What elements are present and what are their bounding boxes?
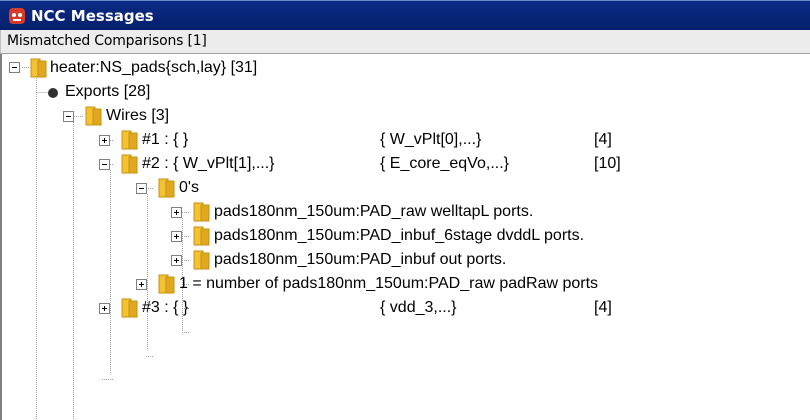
folder-icon [193, 250, 210, 270]
wire2-count: [10] [594, 155, 621, 172]
wire1-layout-net: { W_vPlt[0],...} [380, 131, 482, 148]
folder-icon [158, 274, 175, 294]
folder-icon [158, 178, 175, 198]
folder-icon [121, 298, 138, 318]
expand-port3-toggle[interactable] [171, 255, 182, 266]
expand-port1-toggle[interactable] [171, 207, 182, 218]
one-label[interactable]: 1 = number of pads180nm_150um:PAD_raw pa… [179, 272, 598, 296]
tab-mismatched-comparisons[interactable]: Mismatched Comparisons [1] [1, 30, 213, 53]
window-title: NCC Messages [31, 6, 154, 25]
port1-label[interactable]: pads180nm_150um:PAD_raw welltapL ports. [214, 200, 533, 224]
port3-label[interactable]: pads180nm_150um:PAD_inbuf out ports. [214, 248, 506, 272]
expand-port2-toggle[interactable] [171, 231, 182, 242]
expand-wire1-toggle[interactable] [99, 135, 110, 146]
title-bar[interactable]: NCC Messages [0, 0, 810, 30]
tree-root-label[interactable]: heater:NS_pads{sch,lay} [31] [50, 56, 257, 80]
collapse-wire2-toggle[interactable] [99, 159, 110, 170]
wire3-label[interactable]: #3 : { } [142, 296, 188, 320]
zeros-label[interactable]: 0's [179, 176, 199, 200]
wire2-layout-net: { E_core_eqVo,...} [380, 155, 509, 172]
tree-wires-label[interactable]: Wires [3] [106, 104, 169, 128]
wire3-count: [4] [594, 299, 612, 316]
wire2-label[interactable]: #2 : { W_vPlt[1],...} [142, 152, 275, 176]
bullet-icon [48, 88, 58, 98]
folder-icon [193, 226, 210, 246]
collapse-wires-toggle[interactable] [63, 111, 74, 122]
folder-icon [85, 106, 102, 126]
folder-icon [121, 154, 138, 174]
ncc-messages-window: NCC Messages Mismatched Comparisons [1] [0, 0, 810, 420]
collapse-zeros-toggle[interactable] [136, 183, 147, 194]
app-icon [9, 7, 25, 24]
expand-wire3-toggle[interactable] [99, 303, 110, 314]
wire1-count: [4] [594, 131, 612, 148]
wire3-layout-net: { vdd_3,...} [380, 299, 457, 316]
tab-bar: Mismatched Comparisons [1] [0, 30, 810, 54]
port2-label[interactable]: pads180nm_150um:PAD_inbuf_6stage dvddL p… [214, 224, 584, 248]
tree-exports-label[interactable]: Exports [28] [65, 80, 150, 104]
collapse-root-toggle[interactable] [9, 62, 20, 73]
message-tree[interactable]: heater:NS_pads{sch,lay} [31] Exports [28… [0, 54, 810, 420]
folder-icon [30, 58, 47, 78]
folder-icon [121, 130, 138, 150]
folder-icon [193, 202, 210, 222]
expand-one-toggle[interactable] [136, 279, 147, 290]
wire1-label[interactable]: #1 : { } [142, 128, 188, 152]
